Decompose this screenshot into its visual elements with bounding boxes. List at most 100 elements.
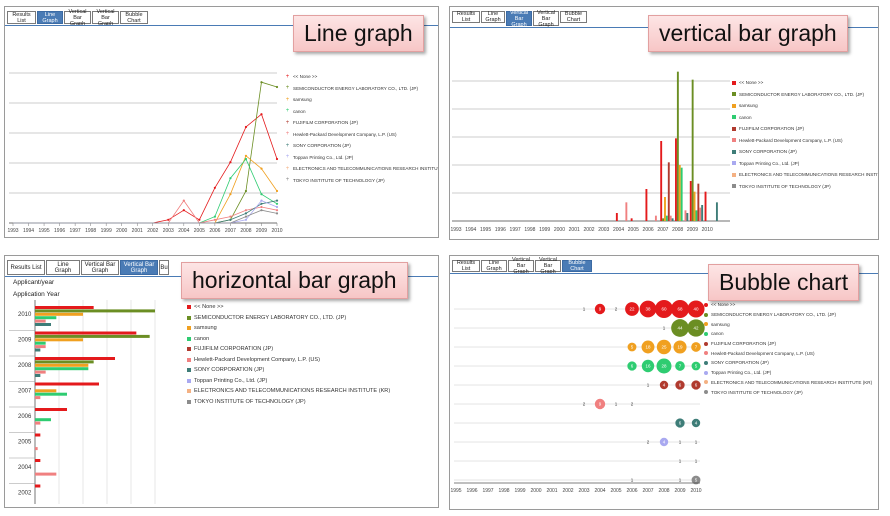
legend-item: SONY CORPORATION (JP) [732,146,878,158]
x-tick-label: 2005 [610,488,621,494]
tab-horizontal-bar-graph[interactable]: Vertical Bar Graph [120,260,158,275]
legend-swatch [704,390,708,395]
legend-item: << None >> [704,300,872,310]
x-tick-label: 2002 [583,227,594,233]
tab-vertical-bar-graph[interactable]: Vertical Bar Graph [508,257,534,275]
bar [35,334,150,338]
legend-item: + samsung [285,94,438,106]
x-tick-label: 1999 [101,228,112,234]
legend-label: ELECTRONICS AND TELECOMMUNICATIONS RESEA… [194,388,391,395]
data-point [229,161,232,164]
horizontal-bar-graph-panel: Results List Line Graph Vertical Bar Gra… [4,255,439,508]
legend-label: samsung [293,97,312,103]
legend-swatch [187,368,191,373]
tab-bubble-chart[interactable]: Bubble Chart [120,11,148,24]
data-point [229,215,232,218]
x-tick-label: 2008 [658,488,669,494]
legend-label: Toppan Printing Co., Ltd. (JP) [739,160,800,166]
bar [35,306,94,309]
data-point [229,218,232,221]
legend-swatch [732,115,736,120]
legend-swatch [187,326,191,331]
data-point [182,209,185,212]
legend-item: + ELECTRONICS AND TELECOMMUNICATIONS RESE… [285,163,438,175]
tab-results-list[interactable]: Results List [7,260,45,275]
bar [35,484,41,488]
legend-label: SEMICONDUCTOR ENERGY LABORATORY CO., LTD… [711,312,836,318]
legend-item: + << None >> [285,71,438,83]
bar [686,213,689,221]
tab-results-list[interactable]: Results List [452,11,480,23]
bar [660,141,663,221]
tab-results-list[interactable]: Results List [452,260,480,272]
x-tick-label: 2006 [209,228,220,234]
legend-item: + FUJIFILM CORPORATION (JP) [285,117,438,129]
x-tick-label: 2010 [271,228,282,234]
bar [35,370,46,374]
bar [35,319,46,323]
legend-swatch [704,360,708,365]
legend-label: Hewlett-Packard Development Company, L.P… [194,356,321,363]
legend-swatch [732,126,736,131]
bar [645,189,648,221]
legend-item: + SONY CORPORATION (JP) [285,140,438,152]
tab-horizontal-bar-graph[interactable]: Vertical Bar Graph [533,10,559,28]
legend-swatch: + [285,73,290,80]
series-line [13,200,278,224]
data-point [260,113,263,116]
line-graph-panel: Results List Line Graph Vertical Bar Gra… [4,6,439,238]
data-point [260,193,263,196]
x-tick-label: 2009 [674,488,685,494]
x-tick-label: 2007 [657,227,668,233]
x-tick-label: 2010 [702,227,713,233]
tab-results-list[interactable]: Results List [7,11,36,24]
x-tick-label: 2007 [642,488,653,494]
legend-swatch [187,378,191,383]
bar [35,345,46,349]
legend-item: canon [704,329,872,339]
tab-vertical-bar-graph[interactable]: Vertical Bar Graph [81,260,119,275]
bubble-value-label: 60 [661,307,667,312]
data-point [275,209,279,212]
x-tick-label: 2000 [530,488,541,494]
tab-bubble-chart[interactable]: Bu [159,260,169,275]
bubble-value-label: 25 [661,345,667,350]
tab-bubble-chart[interactable]: Bubble Chart [560,11,587,23]
y-tick-label: 2007 [18,389,32,395]
tab-horizontal-bar-graph[interactable]: Vertical Bar Graph [92,9,119,27]
x-tick-label: 1995 [480,227,491,233]
chart-subtitle: Application Year [13,291,60,298]
legend-swatch: + [285,165,290,172]
legend-swatch [704,302,708,307]
x-tick-label: 1994 [23,228,34,234]
bar [35,312,83,316]
bar [695,210,698,221]
legend-swatch [704,312,708,317]
x-tick-label: 2006 [643,227,654,233]
tab-bubble-chart[interactable]: Bubble Chart [562,260,592,272]
bar [35,309,155,313]
legend-label: samsung [194,325,217,332]
legend: << None >> SEMICONDUCTOR ENERGY LABORATOR… [732,77,878,192]
bubble-value-label: 42 [693,326,699,331]
bar [35,331,137,335]
x-tick-label: 1995 [38,228,49,234]
bar [630,218,633,221]
tab-vertical-bar-graph[interactable]: Vertical Bar Graph [64,9,91,27]
x-tick-label: 2006 [626,488,637,494]
tab-horizontal-bar-graph[interactable]: Vertical Bar Graph [535,257,561,275]
tab-line-graph[interactable]: Line Graph [481,11,505,23]
legend-label: SONY CORPORATION (JP) [739,149,797,155]
tab-line-graph[interactable]: Line Graph [37,11,63,24]
tab-bar: Results List Line Graph Vertical Bar Gra… [7,9,148,27]
tab-line-graph[interactable]: Line Graph [46,260,80,275]
legend-label: TOKYO INSTITUTE OF TECHNOLOGY (JP) [293,177,385,183]
tab-line-graph[interactable]: Line Graph [481,260,507,272]
x-tick-label: 1998 [498,488,509,494]
legend-item: + Hewlett-Packard Development Company, L.… [285,129,438,141]
y-tick-label: 2009 [18,338,32,344]
bar [35,418,51,422]
y-tick-label: 2005 [18,440,32,446]
x-tick-label: 2003 [578,488,589,494]
tab-vertical-bar-graph[interactable]: Vertical Bar Graph [506,10,532,28]
